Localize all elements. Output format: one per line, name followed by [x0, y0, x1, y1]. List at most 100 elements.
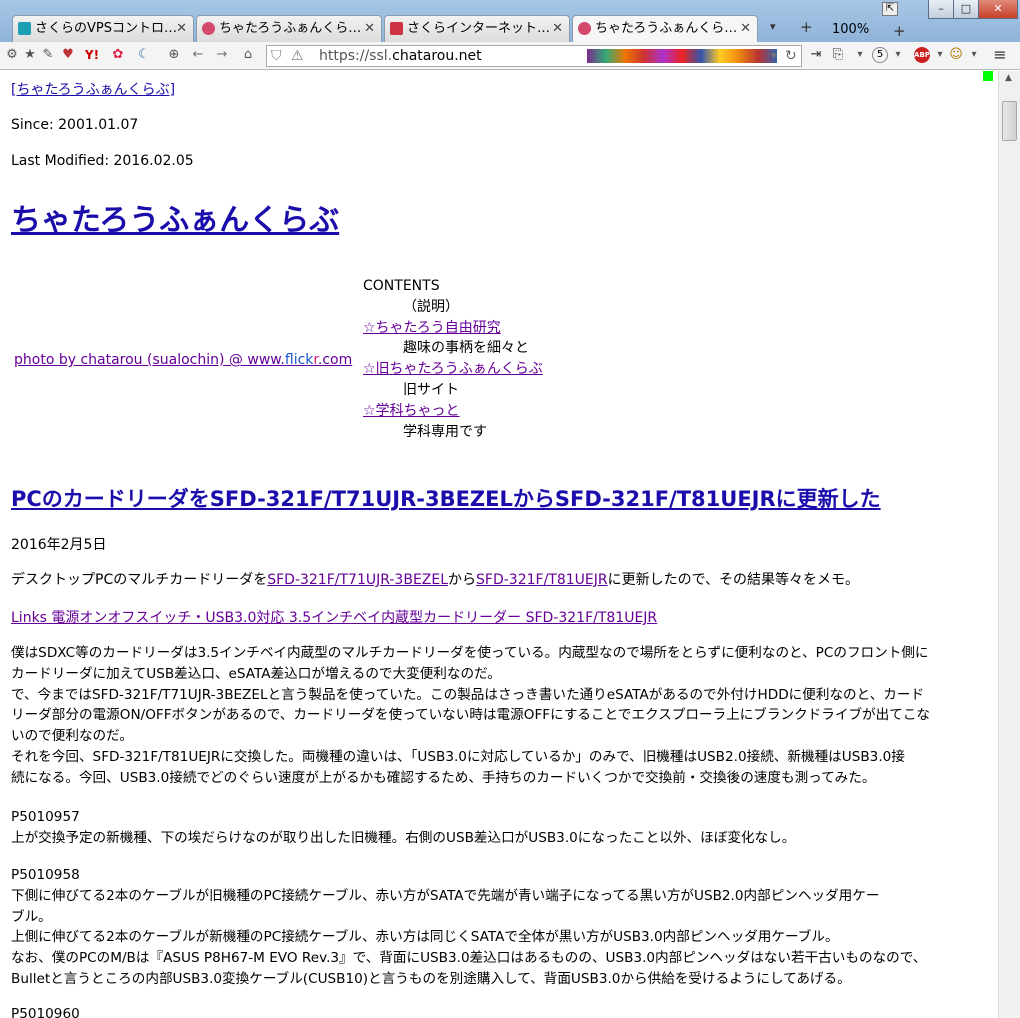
tab-list-icon[interactable]: ▾ [770, 20, 776, 33]
text-line: ブル。 [11, 908, 52, 925]
yahoo-icon[interactable]: Y! [84, 47, 100, 63]
text-line: それを今回、SFD-321F/T81UEJRに交換した。両機種の違いは、「USB… [11, 748, 905, 765]
heart-icon[interactable]: ♥ [60, 47, 76, 63]
contents-description: （説明） [403, 298, 459, 315]
text-line: カードリーダに加えてUSB差込口、eSATA差込口が増えるので大変便利なのだ。 [11, 665, 501, 682]
moon-icon[interactable]: ☾ [136, 47, 152, 63]
tab-label: さくらインターネット… [407, 21, 551, 36]
tab-sakura-vps[interactable]: さくらのVPSコントロ… ✕ [12, 15, 194, 42]
maximize-button[interactable]: □ [953, 0, 979, 19]
home-icon[interactable]: ⌂ [240, 47, 256, 63]
text-line: で、今まではSFD-321F/T71UJR-3BEZELと言う製品を使っていた。… [11, 686, 925, 703]
photo-1-caption: 上が交換予定の新機種、下の埃だらけなのが取り出した旧機種。右側のUSB差込口がU… [11, 829, 796, 846]
settings-gear-icon[interactable]: ⚙ [4, 47, 20, 63]
contents-heading: CONTENTS [363, 278, 440, 294]
title-bar: さくらのVPSコントロ… ✕ ちゃたろうふぁんくら… ✕ さくらインターネット…… [0, 0, 1020, 43]
menu-link-research[interactable]: ☆ちゃたろう自由研究 [363, 320, 501, 336]
shield-icon: ⛉ [271, 48, 282, 64]
vertical-scrollbar[interactable]: ▲ [998, 71, 1020, 1018]
new-tab-plus-icon[interactable]: + [893, 22, 906, 40]
status-indicator [983, 71, 993, 81]
navigation-toolbar: ⚙ ★ ✎ ♥ Y! ✿ ☾ ⊕ ← → ⌂ ⛉ ⚠ https://ssl.c… [0, 42, 1020, 70]
zoom-level: 100% [832, 22, 870, 37]
article-title-link[interactable]: PCのカードリーダをSFD-321F/T71UJR-3BEZELからSFD-32… [11, 487, 881, 511]
close-window-button[interactable]: ✕ [978, 0, 1018, 19]
menu-desc: 学科専用です [403, 423, 487, 440]
new-model-link[interactable]: SFD-321F/T81UEJR [476, 572, 608, 588]
pin-icon[interactable]: ⇱ [882, 2, 898, 16]
text-line: 上側に伸びてる2本のケーブルが新機種のPC接続ケーブル、赤い方は同じくSATAで… [11, 929, 839, 946]
dropdown-icon[interactable]: ▾ [852, 47, 868, 63]
tab-label: さくらのVPSコントロ… [35, 21, 177, 36]
dropdown-icon[interactable]: ▾ [771, 46, 777, 66]
flower-icon[interactable]: ✿ [110, 47, 126, 63]
site-title-link[interactable]: ちゃたろうふぁんくらぶ [11, 203, 339, 238]
tab-close-icon[interactable]: ✕ [740, 16, 751, 41]
bookmark-star-icon[interactable]: ★ [22, 47, 38, 63]
addon-icon[interactable]: ✎ [40, 47, 56, 63]
text-line: Bulletと言うところの内部USB3.0変換ケーブル(CUSB10)と言うもの… [11, 970, 851, 987]
address-bar[interactable]: ⛉ ⚠ https://ssl.chatarou.net ▾ ↻ [266, 45, 802, 67]
target-icon[interactable]: ⊕ [166, 47, 182, 63]
sakura-favicon-icon [390, 22, 403, 35]
old-model-link[interactable]: SFD-321F/T71UJR-3BEZEL [267, 572, 448, 588]
pin-arrow-icon[interactable]: ⇥ [808, 47, 824, 63]
heart-favicon-icon [202, 22, 215, 35]
forward-arrow-icon[interactable]: → [214, 47, 230, 63]
text-line: 下側に伸びてる2本のケーブルが旧機種のPC接続ケーブル、赤い方がSATAで先端が… [11, 887, 880, 904]
adblock-plus-icon[interactable]: ABP [914, 47, 930, 63]
back-arrow-icon[interactable]: ← [190, 47, 206, 63]
tab-close-icon[interactable]: ✕ [364, 16, 375, 41]
product-link[interactable]: Links 電源オンオフスイッチ・USB3.0対応 3.5インチベイ内蔵型カード… [11, 610, 657, 626]
tab-label: ちゃたろうふぁんくら… [219, 21, 362, 36]
photo-credit: photo by chatarou (sualochin) @ www.flic… [14, 352, 352, 368]
warning-icon: ⚠ [291, 48, 304, 64]
photo-2-id: P5010958 [11, 867, 80, 883]
browser-window: さくらのVPSコントロ… ✕ ちゃたろうふぁんくら… ✕ さくらインターネット…… [0, 0, 1020, 1018]
intro-text: デスクトップPCのマルチカードリーダをSFD-321F/T71UJR-3BEZE… [11, 572, 860, 588]
new-tab-icon[interactable]: + [800, 18, 813, 36]
minimize-button[interactable]: – [928, 0, 954, 19]
menu-desc: 趣味の事柄を細々と [403, 340, 529, 357]
reload-icon[interactable]: ↻ [785, 46, 797, 66]
text-line: なお、僕のPCのM/Bは『ASUS P8H67-M EVO Rev.3』で、背面… [11, 950, 927, 967]
tab-close-icon[interactable]: ✕ [552, 16, 563, 41]
dropdown-icon[interactable]: ▾ [966, 47, 982, 63]
photo-1-id: P5010957 [11, 809, 80, 825]
photo-2-block: P5010958 下側に伸びてる2本のケーブルが旧機種のPC接続ケーブル、赤い方… [11, 865, 926, 990]
text-line: 続になる。今回、USB3.0接続でどのぐらい速度が上がるかも確認するため、手持ち… [11, 769, 876, 786]
last-modified: Last Modified: 2016.02.05 [11, 153, 194, 169]
menu-link-old-site[interactable]: ☆旧ちゃたろうふぁんくらぶ [363, 361, 543, 377]
photo-3-id: P5010960 [11, 1006, 80, 1018]
menu-desc: 旧サイト [403, 381, 459, 398]
scroll-up-icon[interactable]: ▲ [1005, 73, 1012, 83]
dropdown-icon[interactable]: ▾ [932, 47, 948, 63]
article-date: 2016年2月5日 [11, 537, 107, 553]
tab-chatarou-active[interactable]: ちゃたろうふぁんくら… ✕ [572, 15, 758, 43]
text-line: 僕はSDXC等のカードリーダは3.5インチベイ内蔵型のマルチカードリーダを使って… [11, 645, 929, 661]
camera-icon[interactable]: ⎘ [830, 47, 846, 63]
photo-credit-link[interactable]: photo by chatarou (sualochin) @ www.flic… [14, 352, 352, 368]
page-content: [ちゃたろうふぁんくらぶ] Since: 2001.01.07 Last Mod… [0, 71, 998, 1018]
sakura-vps-favicon-icon [18, 22, 31, 35]
dropdown-icon[interactable]: ▾ [890, 47, 906, 63]
text-line: リーダ部分の電源ON/OFFボタンがあるので、カードリーダを使っていない時は電源… [11, 707, 931, 724]
photo-1-block: P5010957 上が交換予定の新機種、下の埃だらけなのが取り出した旧機種。右側… [11, 807, 795, 849]
home-link[interactable]: [ちゃたろうふぁんくらぶ] [11, 82, 175, 98]
contents-menu: CONTENTS （説明） ☆ちゃたろう自由研究 趣味の事柄を細々と ☆旧ちゃた… [363, 276, 543, 442]
url-text: https://ssl.chatarou.net [319, 48, 482, 64]
addon-icons-strip-icon[interactable] [587, 49, 777, 63]
hamburger-menu-icon[interactable]: ≡ [992, 47, 1008, 63]
tab-label: ちゃたろうふぁんくら… [595, 21, 738, 36]
menu-link-chat[interactable]: ☆学科ちゃっと [363, 403, 460, 419]
text-line: いので便利なのだ。 [11, 728, 133, 745]
monkey-icon[interactable]: ☺ [948, 47, 964, 63]
since-date: Since: 2001.01.07 [11, 117, 139, 133]
tab-chatarou-1[interactable]: ちゃたろうふぁんくら… ✕ [196, 15, 382, 42]
tab-close-icon[interactable]: ✕ [176, 16, 187, 41]
tab-sakura-internet[interactable]: さくらインターネット… ✕ [384, 15, 570, 42]
heart-favicon-icon [578, 22, 591, 35]
article-paragraph-1: 僕はSDXC等のカードリーダは3.5インチベイ内蔵型のマルチカードリーダを使って… [11, 643, 930, 789]
counter-badge[interactable]: 5 [872, 47, 888, 63]
scroll-thumb[interactable] [1002, 101, 1017, 141]
